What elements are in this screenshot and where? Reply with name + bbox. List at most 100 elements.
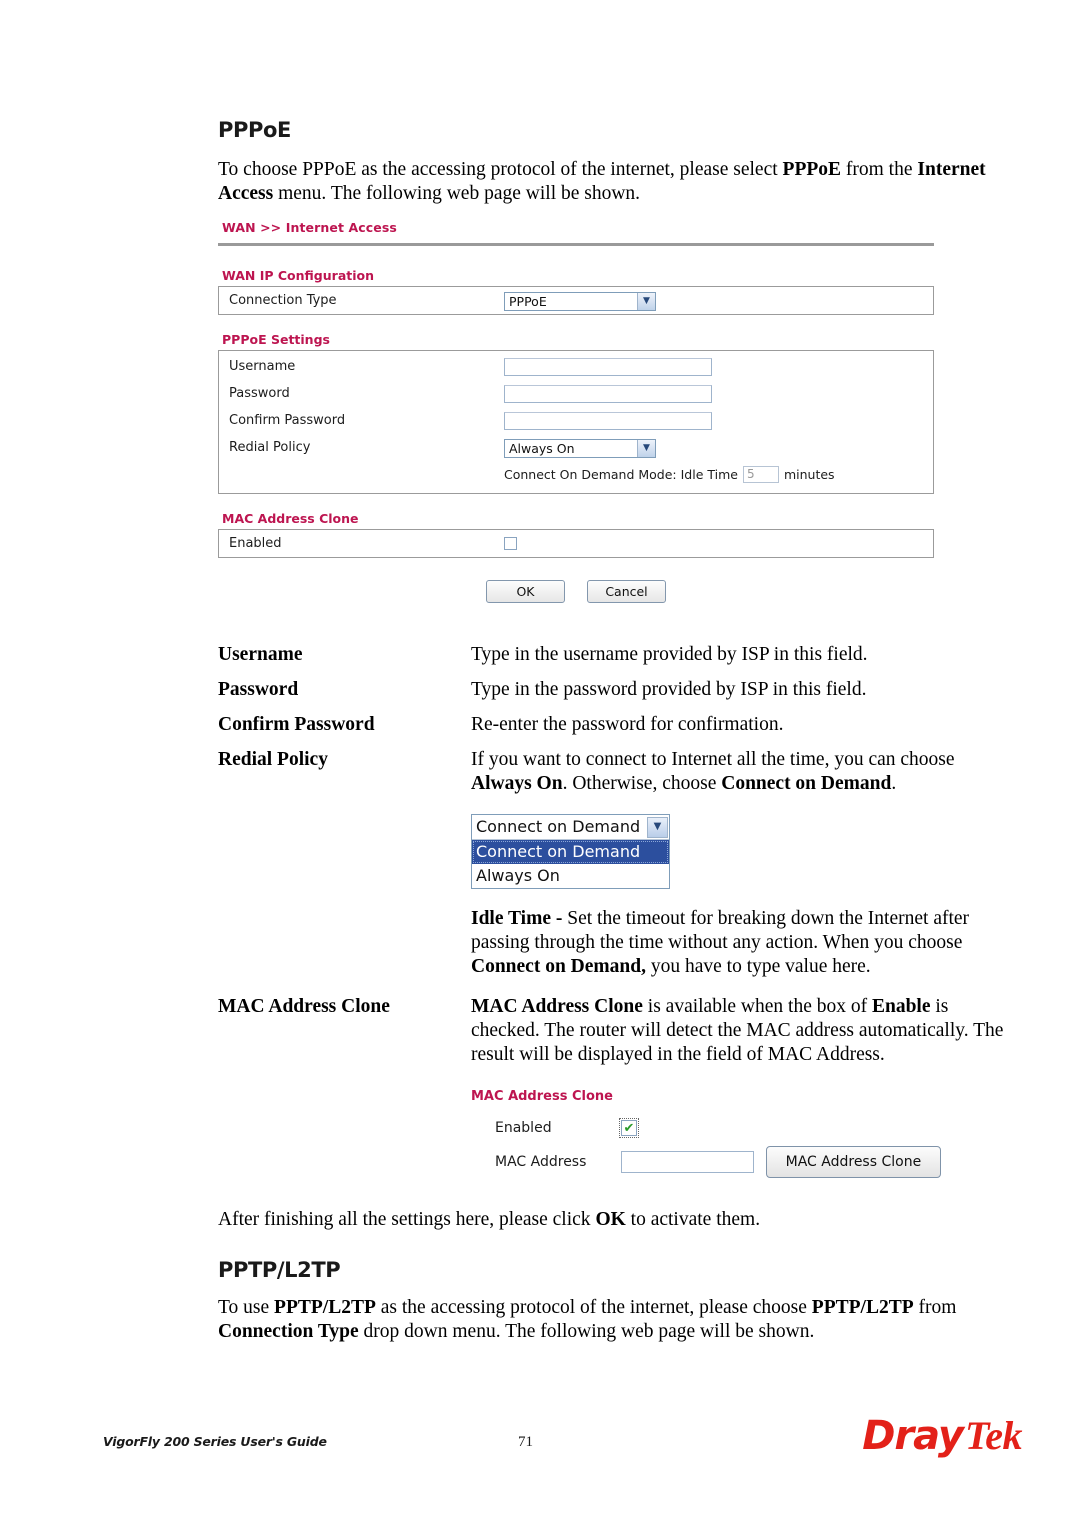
breadcrumb: WAN >> Internet Access — [222, 220, 397, 235]
definition-desc-password: Type in the password provided by ISP in … — [471, 679, 867, 700]
cancel-button[interactable]: Cancel — [587, 580, 666, 603]
mac-desc-bold1: MAC Address Clone — [471, 996, 643, 1017]
router-web-ui-screenshot: WAN >> Internet Access WAN IP Configurat… — [218, 220, 934, 603]
pptp-intro-bold2: PPTP/L2TP — [811, 1297, 914, 1318]
page-footer: VigorFly 200 Series User's Guide 71 Dray… — [0, 1413, 1080, 1488]
idle-time-description: Idle Time - Set the timeout for breaking… — [471, 907, 1008, 979]
mac-address-clone-widget: MAC Address Clone Enabled ✔ MAC Address … — [471, 1085, 941, 1178]
definition-desc-confirm-password: Re-enter the password for confirmation. — [471, 714, 784, 735]
pppoe-intro-part1: To choose PPPoE as the accessing protoco… — [218, 159, 783, 180]
connection-type-value: PPPoE — [509, 293, 547, 309]
pptp-intro-bold3: Connection Type — [218, 1321, 359, 1342]
idle-time-prefix-label: Connect On Demand Mode: Idle Time — [504, 467, 738, 482]
pppoe-intro-part2: from the — [841, 159, 918, 180]
pptp-intro-paragraph: To use PPTP/L2TP as the accessing protoc… — [218, 1296, 1008, 1344]
mac-desc-bold2: Enable — [871, 996, 931, 1017]
logo-text-dray: Dray — [862, 1413, 964, 1459]
redial-desc-bold2: Connect on Demand — [721, 773, 892, 794]
mac-widget-title: MAC Address Clone — [471, 1089, 613, 1104]
label-redial-policy: Redial Policy — [229, 440, 311, 455]
definition-row-username: Username Type in the username provided b… — [218, 643, 1008, 667]
definition-desc-username: Type in the username provided by ISP in … — [471, 644, 868, 665]
pptp-intro-part2: as the accessing protocol of the interne… — [375, 1297, 812, 1318]
definition-term-password: Password — [218, 679, 299, 700]
group-title-wan-ip-configuration: WAN IP Configuration — [222, 268, 374, 283]
row-username: Username — [219, 351, 933, 380]
group-title-pppoe-settings: PPPoE Settings — [222, 332, 330, 347]
redial-policy-value: Always On — [509, 440, 575, 456]
header-divider — [218, 243, 934, 246]
redial-desc-part2: . Otherwise, choose — [562, 773, 722, 794]
pptp-intro-part3: from — [913, 1297, 957, 1318]
dropdown-option-always-on[interactable]: Always On — [472, 864, 669, 888]
pppoe-intro-paragraph: To choose PPPoE as the accessing protoco… — [218, 158, 1008, 206]
group-title-mac-address-clone: MAC Address Clone — [222, 511, 359, 526]
definition-term-confirm-password: Confirm Password — [218, 714, 375, 735]
idle-desc-bold2: Connect on Demand, — [471, 956, 646, 977]
chevron-down-icon[interactable]: ▼ — [637, 292, 655, 310]
mac-desc-part1: is available when the box of — [642, 996, 872, 1017]
mac-widget-row-address: MAC Address MAC Address Clone — [471, 1146, 941, 1178]
idle-desc-bold-label: Idle Time - — [471, 908, 563, 929]
footer-page-number: 71 — [518, 1434, 533, 1450]
closing-part1: After finishing all the settings here, p… — [218, 1209, 596, 1230]
definition-row-password: Password Type in the password provided b… — [218, 678, 1008, 702]
row-connection-type: Connection Type PPPoE ▼ — [219, 287, 933, 314]
idle-desc-part2: you have to type value here. — [645, 956, 871, 977]
mac-address-input[interactable] — [621, 1151, 754, 1173]
row-confirm-password: Confirm Password — [219, 407, 933, 434]
pptp-intro-part4: drop down menu. The following web page w… — [358, 1321, 815, 1342]
closing-paragraph: After finishing all the settings here, p… — [218, 1208, 1008, 1232]
definition-term-redial-policy: Redial Policy — [218, 749, 328, 770]
label-connection-type: Connection Type — [229, 293, 337, 308]
panel-mac-address-clone: Enabled — [218, 529, 934, 558]
row-idle-time: Connect On Demand Mode: Idle Time 5 minu… — [219, 461, 933, 493]
label-password: Password — [229, 386, 290, 401]
confirm-password-input[interactable] — [504, 411, 712, 430]
field-connection-type: PPPoE ▼ — [504, 291, 656, 311]
mac-widget-label-address: MAC Address — [495, 1154, 587, 1170]
footer-guide-title: VigorFly 200 Series User's Guide — [103, 1434, 327, 1449]
username-input[interactable] — [504, 357, 712, 376]
dropdown-option-connect-on-demand[interactable]: Connect on Demand — [472, 840, 669, 864]
idle-time-group: Connect On Demand Mode: Idle Time 5 minu… — [504, 466, 835, 483]
chevron-down-icon[interactable]: ▼ — [647, 816, 668, 838]
closing-part2: to activate them. — [625, 1209, 761, 1230]
dropdown-selected-value: Connect on Demand — [476, 817, 641, 836]
chevron-down-icon[interactable]: ▼ — [637, 439, 655, 457]
password-input[interactable] — [504, 384, 712, 403]
definition-desc-mac-address-clone: MAC Address Clone is available when the … — [471, 995, 1008, 1184]
page-content: PPPoE To choose PPPoE as the accessing p… — [218, 118, 1008, 1352]
redial-policy-select[interactable]: Always On ▼ — [504, 438, 656, 458]
row-redial-policy: Redial Policy Always On ▼ — [219, 434, 933, 461]
label-confirm-password: Confirm Password — [229, 413, 346, 428]
document-page: PPPoE To choose PPPoE as the accessing p… — [0, 0, 1080, 1528]
ok-button[interactable]: OK — [486, 580, 565, 603]
redial-desc-part1: If you want to connect to Internet all t… — [471, 749, 955, 770]
form-button-row: OK Cancel — [218, 580, 934, 603]
row-password: Password — [219, 380, 933, 407]
redial-policy-open-dropdown[interactable]: Connect on Demand ▼ Connect on Demand Al… — [471, 814, 670, 889]
logo-text-tek: Tek — [964, 1413, 1023, 1458]
dropdown-selected-display[interactable]: Connect on Demand ▼ — [472, 815, 669, 840]
panel-pppoe-settings: Username Password Confirm Password Redia… — [218, 350, 934, 494]
definition-row-redial-policy: Redial Policy If you want to connect to … — [218, 748, 1008, 979]
redial-desc-part3: . — [891, 773, 897, 794]
draytek-logo: DrayTek — [862, 1412, 1022, 1459]
field-descriptions-list: Username Type in the username provided b… — [218, 643, 1008, 1184]
idle-time-suffix-label: minutes — [783, 467, 835, 482]
idle-time-input[interactable]: 5 — [742, 466, 779, 483]
definition-row-confirm-password: Confirm Password Re-enter the password f… — [218, 713, 1008, 737]
definition-desc-redial-policy: If you want to connect to Internet all t… — [471, 748, 1008, 979]
label-mac-clone-enabled: Enabled — [229, 536, 282, 551]
mac-widget-enabled-checkbox[interactable]: ✔ — [619, 1118, 639, 1138]
mac-address-clone-button[interactable]: MAC Address Clone — [765, 1146, 941, 1178]
mac-clone-enabled-checkbox[interactable] — [504, 537, 517, 550]
field-redial-policy: Always On ▼ — [504, 438, 656, 458]
mac-widget-row-enabled: Enabled ✔ — [471, 1116, 941, 1140]
connection-type-select[interactable]: PPPoE ▼ — [504, 291, 656, 311]
page-title-pptp-l2tp: PPTP/L2TP — [218, 1258, 341, 1282]
panel-wan-ip-configuration: Connection Type PPPoE ▼ — [218, 286, 934, 315]
definition-term-mac-address-clone: MAC Address Clone — [218, 996, 390, 1017]
row-mac-clone-enabled: Enabled — [219, 530, 933, 557]
